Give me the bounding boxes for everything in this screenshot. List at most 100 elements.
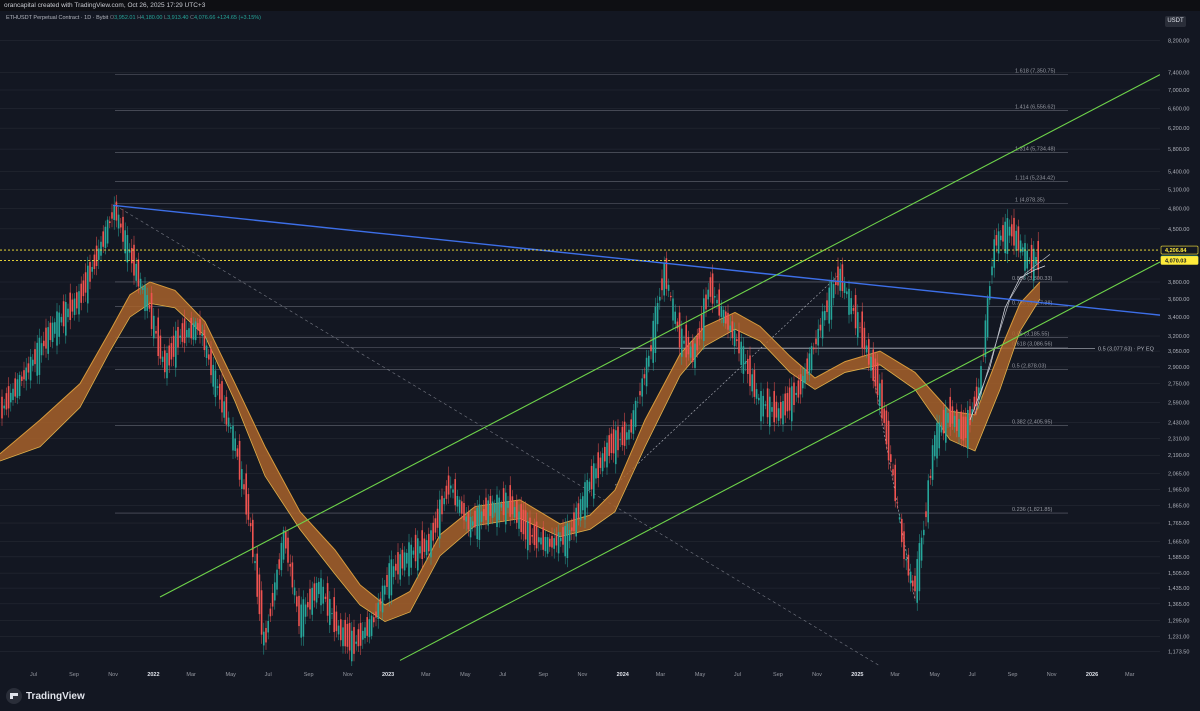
time-tick-label: Sep bbox=[538, 672, 548, 678]
tradingview-logo[interactable]: TradingView bbox=[6, 688, 85, 704]
candle-body bbox=[650, 345, 652, 352]
candle-body bbox=[670, 295, 672, 298]
candle-body bbox=[573, 512, 575, 532]
candle-body bbox=[850, 298, 852, 315]
candle-body bbox=[905, 558, 907, 561]
chart-pane[interactable]: 1.618 (7,350.75) 1.414 (6,556.62) 1.314 (5… bbox=[0, 11, 1161, 671]
candle-body bbox=[285, 531, 287, 549]
candle-body bbox=[652, 320, 654, 363]
candle-body bbox=[95, 245, 98, 267]
channel-lower-line bbox=[399, 261, 1161, 661]
candle-body bbox=[29, 356, 32, 381]
time-axis[interactable]: Jul Sep Nov 2022 Mar May Jul Sep Nov 2023 Mar May Ju… bbox=[0, 666, 1160, 682]
price-tick-label: 6,600.00 bbox=[1168, 106, 1189, 112]
candle-body bbox=[562, 527, 564, 545]
candle-body bbox=[320, 578, 322, 606]
fib-level-label: 1 (4,878.35) bbox=[1015, 197, 1045, 203]
candle-body bbox=[687, 336, 690, 355]
candle-body bbox=[557, 532, 560, 554]
candle-body bbox=[1030, 244, 1033, 272]
candle-body bbox=[159, 335, 162, 359]
candle-body bbox=[54, 322, 56, 334]
candle-body bbox=[612, 429, 615, 454]
candle-body bbox=[450, 485, 452, 489]
candle-body bbox=[478, 504, 481, 540]
candle-body bbox=[667, 284, 670, 291]
candle-body bbox=[513, 507, 516, 518]
time-tick-label: Sep bbox=[304, 672, 314, 678]
fib-level-label: 0.618 (3,086.56) bbox=[1012, 341, 1053, 347]
candle-body bbox=[18, 374, 21, 396]
candle-body bbox=[964, 416, 967, 439]
candle-body bbox=[874, 358, 877, 387]
candle-body bbox=[729, 325, 731, 331]
candle-body bbox=[894, 464, 896, 502]
candle-body bbox=[452, 489, 454, 493]
price-axis[interactable]: 8,200.00 7,400.00 7,000.00 6,600.00 6,200.00… bbox=[1160, 11, 1200, 666]
candle-body bbox=[344, 619, 346, 647]
attribution-text: orancapital created with TradingView.com… bbox=[4, 2, 206, 9]
time-axis-svg[interactable]: Jul Sep Nov 2022 Mar May Jul Sep Nov 2023 Mar May Ju… bbox=[0, 666, 1160, 682]
candle-body bbox=[331, 613, 333, 615]
candle-body bbox=[595, 468, 597, 479]
candle-body bbox=[742, 346, 745, 374]
candle-body bbox=[58, 312, 60, 337]
time-tick-label: Nov bbox=[1047, 672, 1057, 678]
candle-body bbox=[993, 239, 995, 268]
candle-body bbox=[1033, 248, 1035, 281]
candle-body bbox=[135, 263, 137, 281]
currency-badge[interactable]: USDT bbox=[1165, 16, 1186, 27]
candle-body bbox=[566, 523, 569, 559]
candle-body bbox=[71, 299, 74, 312]
candle-body bbox=[34, 349, 36, 365]
price-axis-svg[interactable]: 8,200.00 7,400.00 7,000.00 6,600.00 6,200.00… bbox=[1160, 11, 1200, 666]
candle-body bbox=[824, 310, 826, 321]
candle-body bbox=[410, 544, 412, 568]
candle-body bbox=[553, 538, 555, 549]
candle-body bbox=[685, 324, 687, 358]
candle-body bbox=[23, 370, 25, 380]
time-tick-label: Mar bbox=[1125, 672, 1135, 678]
candle-body bbox=[870, 356, 872, 371]
candle-body bbox=[951, 406, 954, 424]
candle-body bbox=[102, 231, 104, 247]
candle-body bbox=[949, 396, 951, 427]
candle-body bbox=[777, 408, 780, 421]
candle-body bbox=[522, 509, 525, 535]
candle-body bbox=[78, 291, 80, 315]
candle-body bbox=[401, 549, 404, 569]
candle-body bbox=[355, 641, 357, 644]
candle-body bbox=[172, 335, 175, 357]
candle-body bbox=[357, 629, 360, 647]
candle-body bbox=[914, 575, 916, 592]
candle-body bbox=[806, 358, 808, 374]
candle-body bbox=[399, 554, 401, 580]
candle-body bbox=[714, 296, 716, 298]
candle-body bbox=[707, 289, 709, 300]
candle-body bbox=[120, 223, 122, 228]
candle-body bbox=[960, 411, 962, 439]
candle-body bbox=[271, 592, 274, 607]
time-tick-label: 2026 bbox=[1086, 672, 1098, 678]
candle-body bbox=[923, 529, 925, 536]
price-tick-label: 6,200.00 bbox=[1168, 126, 1189, 132]
time-tick-label: 2025 bbox=[851, 672, 863, 678]
price-tick-label: 1,435.00 bbox=[1168, 586, 1189, 592]
candle-body bbox=[654, 306, 657, 353]
candle-body bbox=[813, 347, 815, 350]
price-tick-label: 2,310.00 bbox=[1168, 436, 1189, 442]
candle-body bbox=[100, 241, 102, 256]
candle-body bbox=[538, 537, 540, 543]
price-tick-label: 2,065.00 bbox=[1168, 472, 1189, 478]
candle-body bbox=[967, 409, 969, 449]
price-label: 4,206.84 bbox=[1165, 248, 1187, 254]
candle-body bbox=[164, 350, 166, 373]
price-chart[interactable]: 1.618 (7,350.75)1.414 (6,556.62)1.314 (5… bbox=[0, 11, 1161, 671]
candle-body bbox=[969, 406, 971, 425]
fib-level-label: 0.382 (2,405.95) bbox=[1012, 420, 1053, 426]
candle-body bbox=[205, 345, 208, 358]
price-tick-label: 1,765.00 bbox=[1168, 521, 1189, 527]
candle-body bbox=[953, 415, 956, 427]
candle-body bbox=[249, 523, 252, 527]
candle-body bbox=[859, 327, 861, 328]
